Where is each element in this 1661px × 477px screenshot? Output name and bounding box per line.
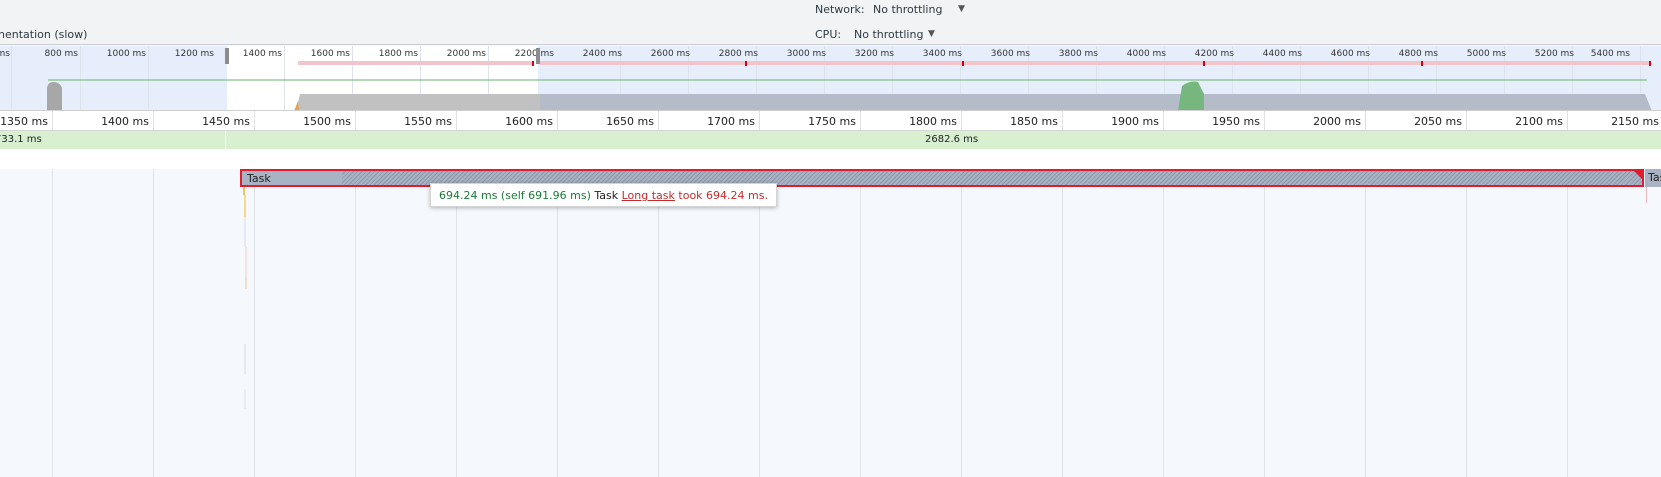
performance-toolbar: nentation (slow) Network: No throttling … xyxy=(0,0,1661,45)
grid-line xyxy=(52,169,53,477)
throttling-option-label[interactable]: nentation (slow) xyxy=(0,28,87,41)
track-spacer xyxy=(0,149,1661,169)
grid-line xyxy=(355,169,356,477)
grid-line xyxy=(557,169,558,477)
network-dropdown-arrow-icon[interactable]: ▼ xyxy=(958,4,965,14)
ruler-tick xyxy=(961,111,962,130)
grid-line xyxy=(961,169,962,477)
ruler-tick xyxy=(658,111,659,130)
script-sliver[interactable] xyxy=(244,389,246,409)
network-label: Network: xyxy=(815,3,865,16)
ruler-label: 1450 ms xyxy=(202,115,250,128)
ruler-tick xyxy=(1567,111,1568,130)
ruler-label: 1650 ms xyxy=(606,115,654,128)
grid-line xyxy=(1264,169,1265,477)
timeline-overview[interactable]: ms 800 ms 1000 ms 1200 ms 1400 ms 1600 m… xyxy=(0,46,1661,111)
script-sliver[interactable] xyxy=(244,195,246,217)
cpu-main-block-unselected xyxy=(540,94,1652,110)
grid-line xyxy=(860,169,861,477)
grid-line xyxy=(1163,169,1164,477)
overview-right-handle[interactable] xyxy=(536,48,540,64)
script-sliver[interactable] xyxy=(243,187,245,195)
frame-duration-left[interactable]: 733.1 ms xyxy=(0,134,42,145)
ruler-tick xyxy=(355,111,356,130)
ruler-label: 1800 ms xyxy=(909,115,957,128)
ruler-tick xyxy=(1466,111,1467,130)
cpu-activity-chart xyxy=(47,79,1652,110)
ruler-label: 1350 ms xyxy=(0,115,48,128)
ruler-tick xyxy=(1264,111,1265,130)
ruler-label: 1850 ms xyxy=(1010,115,1058,128)
long-task-link[interactable]: Long task xyxy=(622,189,675,202)
ruler-tick xyxy=(456,111,457,130)
overview-left-handle[interactable] xyxy=(225,48,229,64)
ruler-label: 1900 ms xyxy=(1111,115,1159,128)
cpu-burst xyxy=(47,82,62,110)
ruler-label: 1700 ms xyxy=(707,115,755,128)
next-task-child xyxy=(1646,187,1647,203)
ruler-label: 1400 ms xyxy=(101,115,149,128)
grid-line xyxy=(658,169,659,477)
task-label: Task xyxy=(247,172,271,185)
cpu-dropdown-arrow-icon[interactable]: ▼ xyxy=(928,29,935,39)
grid-line xyxy=(1062,169,1063,477)
grid-line xyxy=(1365,169,1366,477)
ruler-tick xyxy=(1163,111,1164,130)
next-task-block[interactable]: Task xyxy=(1645,169,1661,187)
ruler-tick xyxy=(1365,111,1366,130)
main-thread-flame-chart[interactable]: Task Task xyxy=(0,169,1661,477)
ruler-label: 1500 ms xyxy=(303,115,351,128)
grid-line xyxy=(153,169,154,477)
frame-duration-main[interactable]: 2682.6 ms xyxy=(925,134,978,145)
grid-line xyxy=(1466,169,1467,477)
ruler-tick xyxy=(52,111,53,130)
ruler-label: 2150 ms xyxy=(1611,115,1659,128)
grid-line xyxy=(759,169,760,477)
ruler-tick xyxy=(254,111,255,130)
cpu-green-burst xyxy=(1178,81,1204,110)
tooltip-warning-text: took 694.24 ms. xyxy=(678,189,768,202)
network-throttling-select[interactable]: No throttling xyxy=(873,3,942,16)
long-task-corner-marker xyxy=(1634,171,1642,179)
ruler-label: 1950 ms xyxy=(1212,115,1260,128)
script-sliver[interactable] xyxy=(245,277,247,289)
ruler-tick xyxy=(1062,111,1063,130)
task-tooltip: 694.24 ms (self 691.96 ms) Task Long tas… xyxy=(430,183,777,207)
ruler-tick xyxy=(759,111,760,130)
frame-separator xyxy=(225,131,226,149)
cpu-throttling-select[interactable]: No throttling xyxy=(854,28,923,41)
ruler-label: 2050 ms xyxy=(1414,115,1462,128)
ruler-label: 1550 ms xyxy=(404,115,452,128)
grid-line xyxy=(456,169,457,477)
next-task-label: Task xyxy=(1648,171,1661,184)
cpu-label: CPU: xyxy=(815,28,842,41)
ruler-label: 1750 ms xyxy=(808,115,856,128)
cpu-main-block xyxy=(296,94,540,110)
script-sliver[interactable] xyxy=(244,344,246,374)
script-sliver[interactable] xyxy=(244,217,246,247)
time-ruler: 1350 ms 1400 ms 1450 ms 1500 ms 1550 ms … xyxy=(0,111,1661,131)
tooltip-duration: 694.24 ms (self 691.96 ms) xyxy=(439,189,591,202)
ruler-tick xyxy=(557,111,558,130)
grid-line xyxy=(1567,169,1568,477)
ruler-tick xyxy=(860,111,861,130)
ruler-label: 2100 ms xyxy=(1515,115,1563,128)
frames-track[interactable]: 733.1 ms 2682.6 ms xyxy=(0,131,1661,149)
ruler-label: 2000 ms xyxy=(1313,115,1361,128)
grid-line xyxy=(254,169,255,477)
tooltip-event-name: Task xyxy=(594,189,619,202)
ruler-tick xyxy=(153,111,154,130)
script-sliver[interactable] xyxy=(245,247,247,277)
ruler-label: 1600 ms xyxy=(505,115,553,128)
